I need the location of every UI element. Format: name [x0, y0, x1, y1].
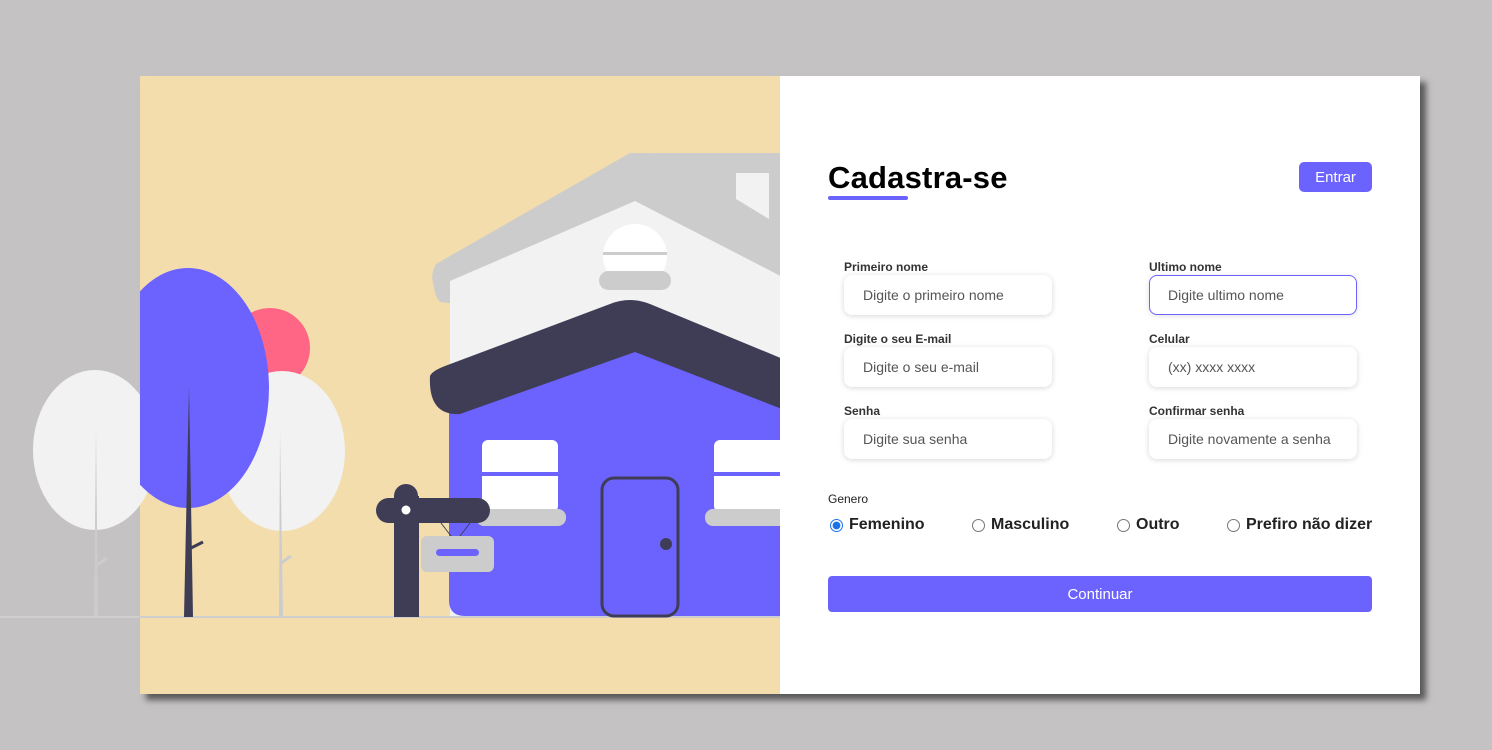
gender-option-label: Prefiro não dizer: [1246, 516, 1373, 533]
signup-card: Cadastra-se Entrar Primeiro nome Ultimo …: [140, 76, 1420, 694]
house-illustration: [140, 76, 780, 694]
confirm-password-input[interactable]: [1149, 419, 1357, 459]
gender-options: Femenino Masculino Outro Prefiro não diz…: [828, 516, 1372, 536]
password-field: Senha: [844, 404, 1052, 459]
first-name-field: Primeiro nome: [844, 260, 1052, 315]
radio-selected-icon[interactable]: [830, 518, 843, 532]
radio-unselected-icon[interactable]: [1117, 518, 1130, 532]
title-underline: [828, 196, 908, 200]
phone-input[interactable]: [1149, 347, 1357, 387]
last-name-field: Ultimo nome: [1149, 260, 1357, 315]
gender-option-femenino[interactable]: Femenino: [828, 516, 925, 534]
signup-form: Cadastra-se Entrar Primeiro nome Ultimo …: [828, 76, 1372, 694]
gender-title: Genero: [828, 492, 869, 506]
email-field: Digite o seu E-mail: [844, 332, 1052, 387]
gender-option-masculino[interactable]: Masculino: [970, 516, 1069, 534]
email-input[interactable]: [844, 347, 1052, 387]
last-name-input[interactable]: [1149, 275, 1357, 315]
page-title: Cadastra-se: [828, 160, 1008, 195]
gender-option-outro[interactable]: Outro: [1115, 516, 1180, 534]
first-name-input[interactable]: [844, 275, 1052, 315]
phone-label: Celular: [1149, 332, 1190, 346]
gender-option-prefiro-nao-dizer[interactable]: Prefiro não dizer: [1225, 516, 1372, 534]
radio-unselected-icon[interactable]: [1227, 518, 1240, 532]
email-label: Digite o seu E-mail: [844, 332, 952, 346]
login-button[interactable]: Entrar: [1299, 162, 1372, 192]
phone-field: Celular: [1149, 332, 1357, 387]
password-label: Senha: [844, 404, 881, 418]
password-input[interactable]: [844, 419, 1052, 459]
first-name-label: Primeiro nome: [844, 260, 929, 274]
confirm-password-label: Confirmar senha: [1149, 404, 1245, 418]
house-illustration-svg: [140, 153, 780, 618]
gender-option-label: Outro: [1136, 516, 1180, 533]
gender-option-label: Masculino: [991, 516, 1070, 533]
radio-unselected-icon[interactable]: [972, 518, 985, 532]
confirm-password-field: Confirmar senha: [1149, 404, 1357, 459]
last-name-label: Ultimo nome: [1149, 260, 1222, 274]
continue-button[interactable]: Continuar: [828, 576, 1372, 612]
gender-option-label: Femenino: [849, 516, 925, 533]
